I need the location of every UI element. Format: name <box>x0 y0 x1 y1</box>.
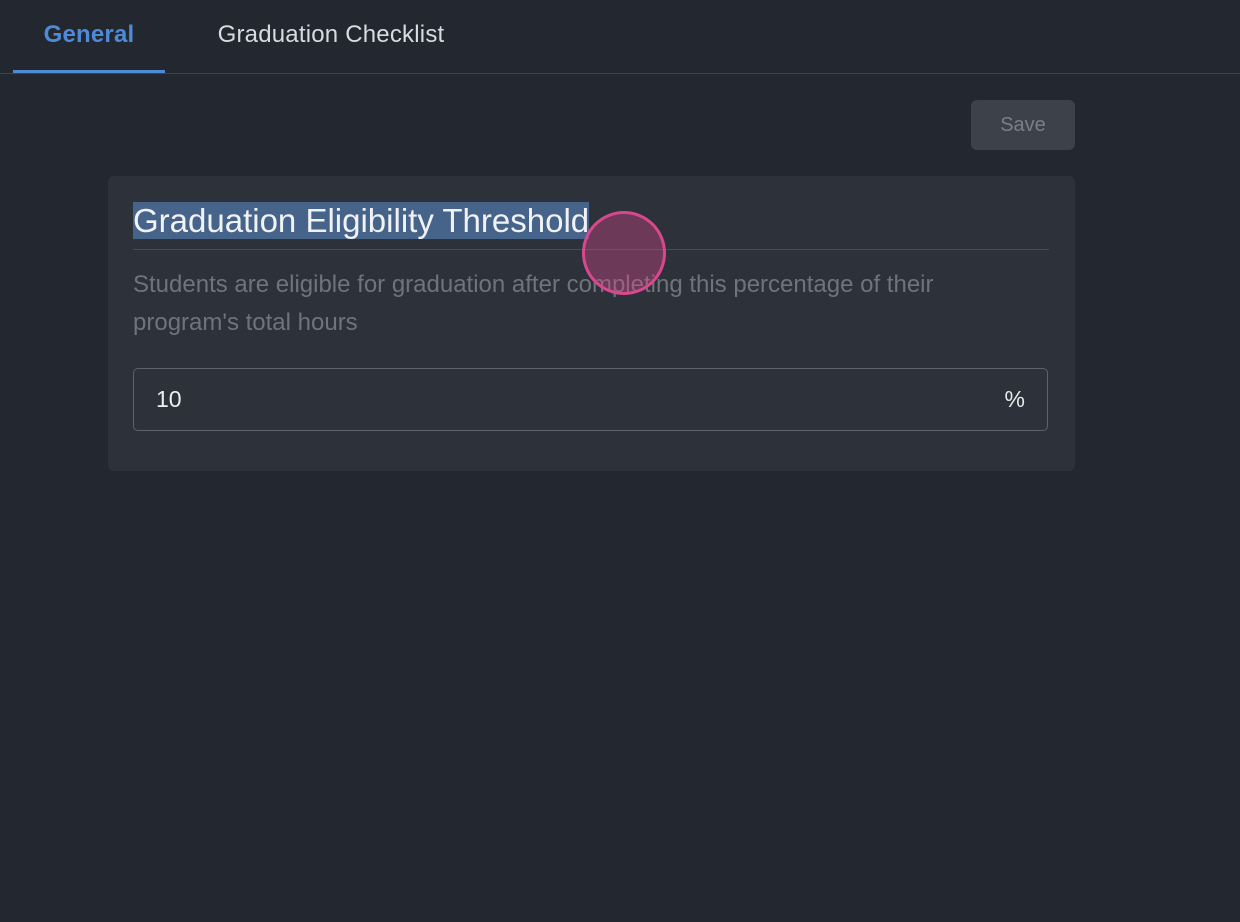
card-description: Students are eligible for graduation aft… <box>133 271 934 336</box>
card-divider <box>133 249 1049 250</box>
percent-suffix: % <box>1004 386 1025 412</box>
tab-graduation-checklist[interactable]: Graduation Checklist <box>188 0 474 73</box>
tab-general[interactable]: General <box>13 0 165 73</box>
tab-bar: General Graduation Checklist <box>0 0 1240 74</box>
graduation-threshold-card: Graduation Eligibility Threshold Student… <box>108 176 1075 471</box>
save-button[interactable]: Save <box>971 100 1075 150</box>
card-title: Graduation Eligibility Threshold <box>133 200 590 242</box>
threshold-input[interactable] <box>134 369 974 430</box>
card-title-text: Graduation Eligibility Threshold <box>133 202 590 239</box>
threshold-field: % <box>133 368 1048 431</box>
